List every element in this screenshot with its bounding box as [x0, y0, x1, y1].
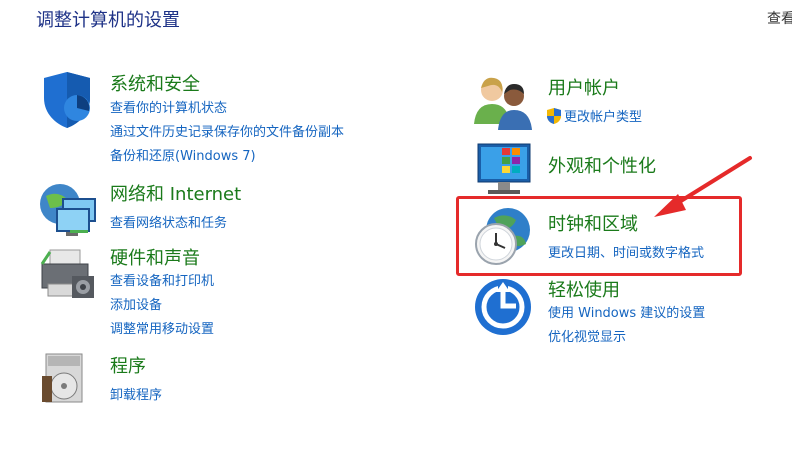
ease-of-access-icon — [472, 276, 536, 340]
mobility-settings-link[interactable]: 调整常用移动设置 — [110, 318, 214, 337]
recommended-settings-link[interactable]: 使用 Windows 建议的设置 — [548, 302, 705, 321]
shield-icon — [36, 70, 100, 134]
hardware-sound-title[interactable]: 硬件和声音 — [110, 244, 200, 270]
view-computer-status-link[interactable]: 查看你的计算机状态 — [110, 97, 227, 116]
printer-icon — [36, 244, 100, 308]
view-network-status-link[interactable]: 查看网络状态和任务 — [110, 212, 227, 231]
network-globe-icon — [36, 178, 100, 242]
users-icon — [472, 74, 536, 138]
programs-disc-icon — [36, 350, 100, 414]
appearance-monitor-icon — [472, 138, 536, 202]
ease-of-access-title[interactable]: 轻松使用 — [548, 276, 620, 302]
network-internet-title[interactable]: 网络和 Internet — [110, 180, 241, 206]
programs-title[interactable]: 程序 — [110, 352, 146, 378]
page-title: 调整计算机的设置 — [36, 10, 180, 31]
appearance-title[interactable]: 外观和个性化 — [548, 152, 656, 178]
system-security-title[interactable]: 系统和安全 — [110, 70, 200, 96]
add-device-link[interactable]: 添加设备 — [110, 294, 162, 313]
file-history-backup-link[interactable]: 通过文件历史记录保存你的文件备份副本 — [110, 121, 344, 140]
change-account-type-label: 更改帐户类型 — [564, 110, 643, 125]
uac-shield-icon — [546, 107, 562, 129]
change-account-type-link[interactable]: 更改帐户类型 — [546, 106, 642, 129]
highlight-box — [456, 196, 742, 276]
backup-restore-link[interactable]: 备份和还原(Windows 7) — [110, 145, 256, 164]
view-devices-printers-link[interactable]: 查看设备和打印机 — [110, 270, 214, 289]
view-by-label[interactable]: 查看 — [767, 8, 792, 28]
uninstall-program-link[interactable]: 卸载程序 — [110, 384, 162, 403]
user-accounts-title[interactable]: 用户帐户 — [548, 74, 620, 100]
optimize-visual-display-link[interactable]: 优化视觉显示 — [548, 326, 626, 345]
